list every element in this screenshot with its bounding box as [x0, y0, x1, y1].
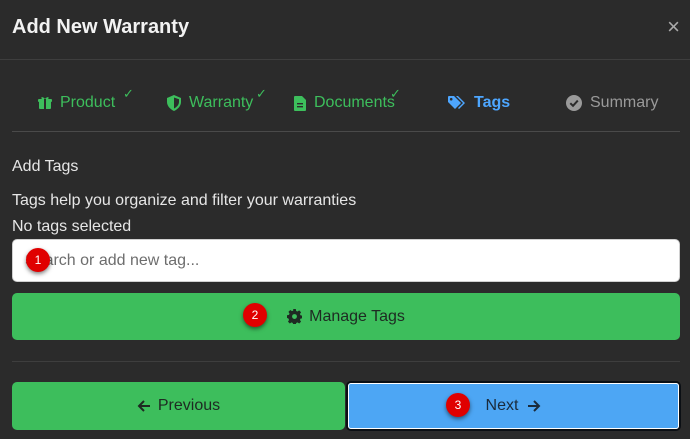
modal-title: Add New Warranty	[12, 16, 190, 38]
arrow-left-icon	[137, 400, 150, 412]
step-indicator: Product ✓ Warranty ✓ Documents ✓ Tags Su…	[12, 84, 680, 132]
check-icon: ✓	[256, 86, 267, 101]
tag-search-input[interactable]	[12, 239, 680, 282]
shield-icon	[167, 95, 181, 111]
manage-tags-label: Manage Tags	[309, 307, 405, 325]
close-icon[interactable]: ×	[667, 16, 680, 38]
selected-tags-status: No tags selected	[12, 218, 132, 235]
step-label: Summary	[590, 94, 659, 111]
step-label: Product	[60, 94, 116, 111]
previous-button[interactable]: Previous	[12, 382, 345, 430]
previous-label: Previous	[157, 397, 221, 414]
check-icon: ✓	[123, 86, 134, 101]
step-documents[interactable]: Documents ✓	[294, 86, 401, 112]
next-label: Next	[485, 397, 519, 414]
next-button[interactable]: Next	[346, 381, 681, 431]
section-title: Add Tags	[12, 158, 79, 175]
step-warranty[interactable]: Warranty ✓	[167, 86, 267, 112]
step-label: Documents	[314, 94, 395, 111]
annotation-badge: 1	[26, 248, 50, 272]
modal-header: Add New Warranty ×	[0, 0, 690, 60]
tags-icon	[448, 96, 465, 109]
annotation-badge: 3	[446, 393, 470, 417]
step-product[interactable]: Product ✓	[38, 86, 134, 112]
footer-divider	[12, 361, 680, 362]
arrow-right-icon	[528, 400, 541, 412]
check-icon: ✓	[390, 86, 401, 101]
step-label: Warranty	[189, 94, 254, 111]
check-circle-icon	[566, 95, 582, 111]
add-warranty-modal: Add New Warranty × Product ✓ Warranty ✓ …	[0, 0, 690, 439]
document-icon	[294, 95, 306, 111]
help-text: Tags help you organize and filter your w…	[12, 192, 357, 209]
gear-icon	[287, 309, 303, 324]
annotation-badge: 2	[243, 303, 267, 327]
step-label: Tags	[474, 94, 511, 111]
step-tags[interactable]: Tags	[448, 94, 510, 112]
gift-icon	[38, 97, 52, 109]
manage-tags-button[interactable]: Manage Tags	[12, 293, 680, 340]
step-summary[interactable]: Summary	[566, 94, 658, 112]
